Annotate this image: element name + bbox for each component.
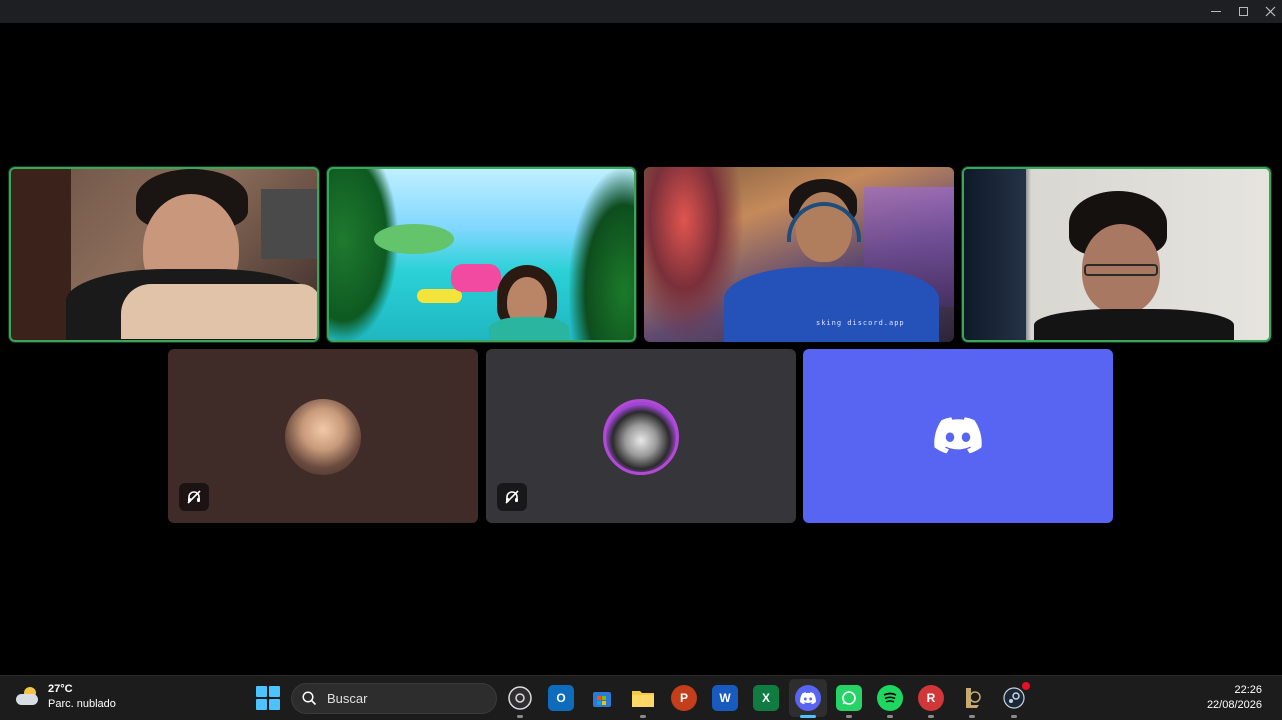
participant-shirt — [724, 267, 939, 342]
partly-cloudy-icon — [14, 686, 40, 708]
microsoft-store-icon — [593, 692, 611, 707]
powerpoint-icon: P — [679, 691, 688, 705]
background-float-yellow — [417, 289, 462, 303]
spotify-icon — [883, 692, 897, 703]
taskbar-app-powerpoint[interactable]: P — [671, 685, 697, 711]
video-tile-participant-1[interactable] — [9, 167, 319, 342]
discord-brand-tile[interactable] — [803, 349, 1113, 523]
search-icon — [302, 691, 317, 706]
weather-text: 27°C Parc. nublado — [48, 682, 116, 712]
deafened-indicator — [497, 483, 527, 511]
taskbar-search[interactable] — [291, 683, 497, 714]
league-of-legends-icon — [966, 688, 981, 708]
taskbar: 27°C Parc. nublado O P W X — [0, 675, 1282, 720]
background-float-pink — [451, 264, 501, 292]
taskbar-app-word[interactable]: W — [712, 685, 738, 711]
riot-client-icon: R — [926, 691, 936, 705]
windows-logo-icon — [256, 686, 267, 697]
outlook-icon: O — [556, 691, 566, 705]
participant-shirt — [489, 317, 569, 340]
running-indicator — [887, 715, 893, 718]
file-explorer-icon — [632, 691, 654, 707]
avatar-tile-participant-6[interactable] — [486, 349, 796, 523]
system-clock[interactable]: 22:26 22/08/2026 — [1207, 683, 1262, 713]
search-input[interactable] — [327, 691, 477, 706]
clock-date: 22/08/2026 — [1206, 699, 1262, 711]
discord-logo-icon — [934, 417, 982, 454]
video-tile-participant-2[interactable] — [327, 167, 636, 342]
running-indicator — [928, 715, 934, 718]
discord-icon — [800, 691, 816, 704]
taskbar-app-obs[interactable] — [507, 685, 533, 718]
close-icon — [1265, 6, 1275, 17]
obs-icon — [508, 686, 532, 710]
running-indicator — [517, 715, 523, 718]
taskbar-app-whatsapp[interactable] — [836, 685, 862, 718]
whatsapp-icon — [842, 691, 856, 705]
excel-icon: X — [761, 691, 770, 705]
taskbar-app-discord[interactable] — [795, 685, 821, 718]
deafened-indicator — [179, 483, 209, 511]
background-shelf — [261, 189, 317, 259]
participant-avatar — [603, 399, 679, 475]
running-indicator — [846, 715, 852, 718]
weather-condition: Parc. nublado — [48, 698, 116, 710]
video-tile-participant-4[interactable] — [962, 167, 1271, 342]
background-curtain — [964, 169, 1026, 340]
close-button[interactable] — [1254, 0, 1282, 23]
weather-widget[interactable]: 27°C Parc. nublado — [14, 682, 116, 712]
participant-avatar — [285, 399, 361, 475]
taskbar-app-store[interactable] — [589, 685, 615, 711]
minimize-icon — [1211, 11, 1221, 12]
running-indicator — [640, 715, 646, 718]
background-wall — [11, 169, 71, 340]
avatar-tile-participant-5[interactable] — [168, 349, 478, 523]
taskbar-app-league[interactable] — [959, 685, 985, 718]
glasses — [1084, 264, 1158, 276]
active-indicator — [800, 715, 816, 718]
taskbar-app-steam[interactable] — [1001, 682, 1030, 718]
maximize-icon — [1238, 7, 1248, 16]
word-icon: W — [719, 691, 731, 705]
weather-temp: 27°C — [48, 683, 73, 695]
participant-shirt — [1034, 309, 1234, 340]
start-button[interactable] — [256, 686, 280, 710]
taskbar-app-outlook[interactable]: O — [548, 685, 574, 711]
shirt-print-text: sking discord.app — [816, 319, 905, 327]
steam-icon — [1003, 687, 1025, 709]
background-island — [374, 224, 454, 254]
taskbar-app-excel[interactable]: X — [753, 685, 779, 711]
taskbar-app-spotify[interactable] — [877, 685, 903, 718]
taskbar-app-riot[interactable]: R — [918, 685, 944, 718]
notification-badge — [1022, 682, 1030, 690]
deafened-icon — [505, 490, 519, 504]
background-palm-right — [569, 169, 634, 340]
taskbar-app-explorer[interactable] — [630, 685, 656, 718]
deafened-icon — [187, 490, 201, 504]
running-indicator — [1011, 715, 1017, 718]
participant-arm — [121, 284, 317, 339]
video-tile-participant-3[interactable]: sking discord.app — [644, 167, 954, 342]
clock-time: 22:26 — [1234, 684, 1262, 696]
running-indicator — [969, 715, 975, 718]
background-palm-left — [329, 169, 399, 340]
title-bar — [0, 0, 1282, 23]
